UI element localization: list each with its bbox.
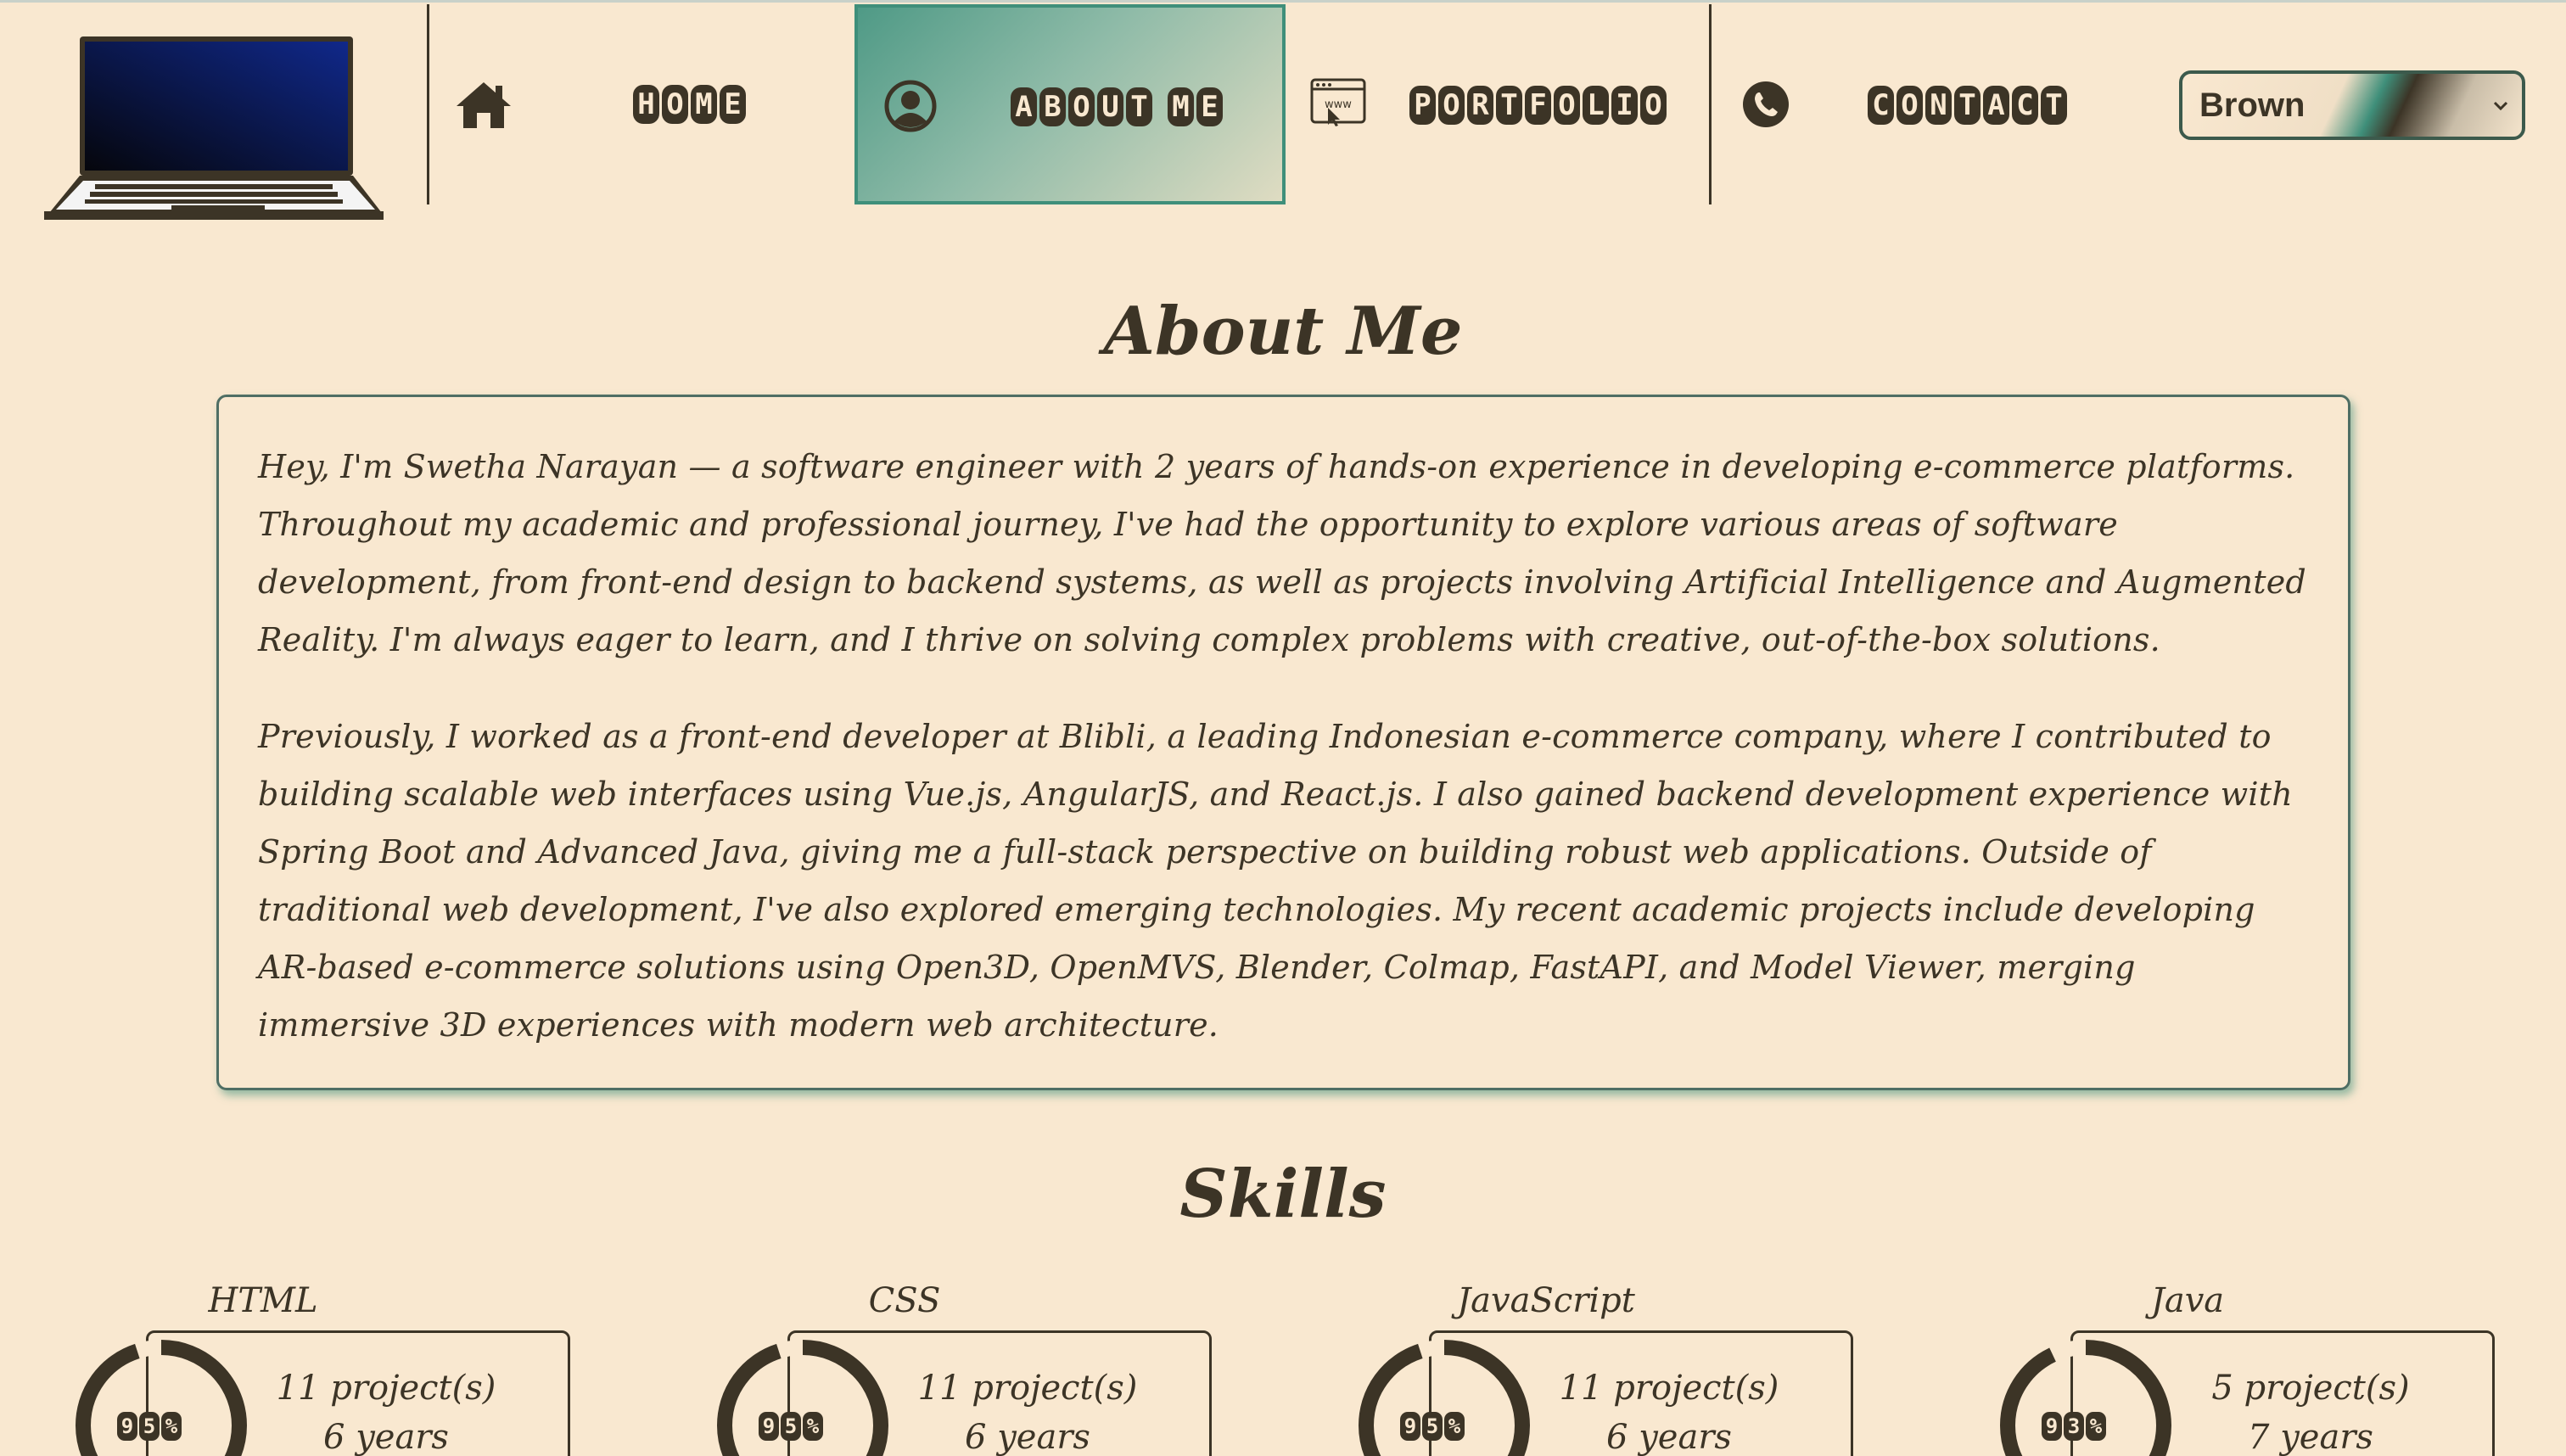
nav-home-label: HOME bbox=[633, 85, 746, 124]
nav-label-char: T bbox=[1126, 87, 1152, 126]
skill-percent-char: 9 bbox=[759, 1412, 779, 1441]
skill-percent: 9 5% bbox=[117, 1412, 182, 1441]
nav-about-me[interactable]: ABOUTME bbox=[854, 4, 1286, 204]
skill-percent-char: 9 bbox=[117, 1412, 137, 1441]
skill-card: CSS 11 project(s) 6 years 9 5% bbox=[709, 1273, 1235, 1456]
nav-label-char: H bbox=[633, 85, 659, 124]
nav-contact-label: CONTACT bbox=[1868, 86, 2067, 125]
nav-divider bbox=[427, 4, 429, 204]
skill-percent-char: 9 bbox=[1400, 1412, 1420, 1441]
nav-label-char: T bbox=[2041, 86, 2067, 125]
skill-percent-char: % bbox=[2086, 1412, 2106, 1441]
nav-label-char: M bbox=[1168, 87, 1194, 126]
chevron-down-icon bbox=[2493, 101, 2508, 111]
nav-label-char: O bbox=[662, 85, 688, 124]
about-card: Hey, I'm Swetha Narayan — a software eng… bbox=[216, 395, 2350, 1090]
nav-label-char: O bbox=[1068, 87, 1095, 126]
nav-home[interactable]: HOME bbox=[429, 4, 858, 204]
nav-label-char: E bbox=[720, 85, 746, 124]
about-title: About Me bbox=[1103, 293, 1463, 370]
skill-percent: 9 5% bbox=[759, 1412, 823, 1441]
skill-percent-char: % bbox=[1444, 1412, 1465, 1441]
nav-label-char: A bbox=[1011, 87, 1037, 126]
laptop-logo-icon[interactable] bbox=[44, 33, 384, 230]
nav-portfolio-label: PORTFOLIO bbox=[1409, 86, 1667, 125]
skill-name: HTML bbox=[208, 1281, 318, 1320]
top-navigation: HOME ABOUTME www P O R T F O L I O C O N… bbox=[0, 0, 2566, 220]
nav-label-char: O bbox=[1438, 86, 1465, 125]
nav-label-char: P bbox=[1409, 86, 1436, 125]
about-paragraph: Hey, I'm Swetha Narayan — a software eng… bbox=[258, 448, 2306, 658]
nav-label-char: F bbox=[1525, 86, 1551, 125]
skill-projects: 11 project(s) bbox=[917, 1369, 1138, 1408]
nav-label-char: B bbox=[1039, 87, 1066, 126]
nav-label-char: E bbox=[1196, 87, 1223, 126]
skill-name: CSS bbox=[868, 1281, 941, 1320]
page: HOME ABOUTME www P O R T F O L I O C O N… bbox=[0, 0, 2566, 1456]
skill-card: Java 5 project(s) 7 years 9 3% bbox=[1992, 1273, 2518, 1456]
skill-percent: 9 5% bbox=[1400, 1412, 1465, 1441]
nav-label-char: C bbox=[2012, 86, 2038, 125]
nav-label-char: T bbox=[1954, 86, 1981, 125]
nav-label-char: O bbox=[1640, 86, 1667, 125]
skill-percent-char: % bbox=[161, 1412, 182, 1441]
nav-label-char: L bbox=[1583, 86, 1609, 125]
nav-label-char: U bbox=[1097, 87, 1123, 126]
nav-label-char: I bbox=[1611, 86, 1638, 125]
skill-percent-char: 5 bbox=[1422, 1412, 1443, 1441]
skill-card: JavaScript 11 project(s) 6 years 9 5% bbox=[1351, 1273, 1877, 1456]
skill-projects: 11 project(s) bbox=[276, 1369, 496, 1408]
skill-percent-char: 3 bbox=[2064, 1412, 2084, 1441]
nav-label-char: O bbox=[1554, 86, 1580, 125]
skill-years: 7 years bbox=[2248, 1418, 2373, 1456]
nav-label-char: A bbox=[1983, 86, 2009, 125]
phone-icon bbox=[1742, 81, 1790, 128]
theme-select[interactable]: Brown bbox=[2179, 70, 2525, 140]
skill-card: HTML 11 project(s) 6 years 9 5% bbox=[68, 1273, 594, 1456]
nav-label-char: N bbox=[1925, 86, 1952, 125]
nav-label-char: R bbox=[1467, 86, 1493, 125]
nav-label-char: M bbox=[691, 85, 717, 124]
home-icon bbox=[455, 79, 513, 130]
skill-percent-char: 5 bbox=[139, 1412, 160, 1441]
skill-years: 6 years bbox=[323, 1418, 449, 1456]
skill-projects: 11 project(s) bbox=[1559, 1369, 1779, 1408]
theme-select-value: Brown bbox=[2199, 86, 2305, 124]
nav-label-char bbox=[1155, 87, 1165, 126]
skill-years: 6 years bbox=[1606, 1418, 1732, 1456]
nav-label-char: O bbox=[1896, 86, 1923, 125]
nav-portfolio[interactable]: www PORTFOLIO bbox=[1286, 4, 1710, 204]
skill-name: JavaScript bbox=[1457, 1281, 1635, 1320]
skill-percent-char: 9 bbox=[2042, 1412, 2062, 1441]
skill-percent: 9 3% bbox=[2042, 1412, 2106, 1441]
nav-label-char: T bbox=[1496, 86, 1522, 125]
skill-percent-char: 5 bbox=[781, 1412, 801, 1441]
about-paragraph: Previously, I worked as a front-end deve… bbox=[258, 718, 2293, 1044]
nav-label-char: C bbox=[1868, 86, 1894, 125]
skill-years: 6 years bbox=[965, 1418, 1090, 1456]
skill-percent-char: % bbox=[803, 1412, 823, 1441]
skills-title: Skills bbox=[1179, 1156, 1387, 1233]
browser-www-icon: www bbox=[1309, 77, 1367, 128]
skill-projects: 5 project(s) bbox=[2211, 1369, 2410, 1408]
nav-about-me-label: ABOUTME bbox=[1011, 87, 1223, 126]
skill-name: Java bbox=[2150, 1281, 2225, 1320]
user-circle-icon bbox=[883, 79, 938, 133]
nav-contact[interactable]: CONTACT bbox=[1712, 4, 2153, 204]
